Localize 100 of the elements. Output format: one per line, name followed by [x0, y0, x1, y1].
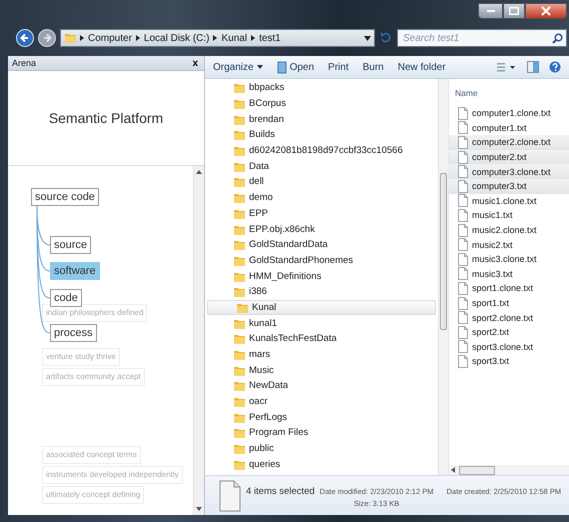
folder-icon — [233, 238, 245, 252]
folder-row[interactable]: KunalsTechFestData — [205, 331, 438, 347]
text-file-icon — [457, 121, 469, 134]
folder-row[interactable]: mars — [205, 346, 438, 362]
concept-node[interactable]: software — [50, 262, 100, 280]
caret-icon — [256, 65, 263, 69]
folder-row[interactable]: brendan — [205, 111, 438, 128]
text-file-icon — [457, 354, 469, 368]
file-row[interactable]: computer1.txt — [449, 120, 569, 136]
file-row[interactable]: sport1.txt — [449, 296, 569, 310]
folder-row[interactable]: EPP.obj.x86chk — [205, 221, 438, 237]
folder-row[interactable]: Kunal — [207, 300, 436, 316]
address-bar[interactable]: Computer Local Disk (C:) Kunal test1 — [60, 29, 375, 47]
folder-icon — [233, 285, 245, 298]
preview-pane-icon[interactable] — [527, 61, 539, 73]
text-file-icon — [457, 136, 469, 149]
file-row[interactable]: music2.txt — [449, 237, 569, 252]
folder-row[interactable]: kunal1 — [205, 315, 438, 331]
folder-row[interactable]: GoldStandardData — [205, 236, 438, 253]
file-row[interactable]: computer2.txt — [449, 150, 569, 164]
folder-row[interactable]: bbpacks — [205, 80, 438, 96]
scrollbar[interactable] — [193, 166, 204, 515]
folder-icon — [64, 31, 76, 45]
folder-row[interactable]: dell — [205, 174, 438, 190]
toolbar-button[interactable]: Open — [276, 58, 314, 76]
search-icon[interactable] — [552, 32, 563, 44]
toolbar-button[interactable]: Burn — [362, 60, 384, 74]
search-field[interactable]: Search test1 — [397, 29, 567, 47]
file-row[interactable]: sport3.clone.txt — [449, 340, 569, 354]
column-header[interactable]: Name — [449, 79, 569, 106]
folder-row[interactable]: BCorpus — [205, 96, 438, 112]
file-row[interactable]: computer2.clone.txt — [449, 135, 569, 150]
scroll-down-icon[interactable] — [196, 507, 202, 511]
faded-term: ultimately concept defining — [42, 486, 144, 504]
file-row[interactable]: sport1.clone.txt — [449, 281, 569, 296]
dropdown-caret-icon[interactable] — [364, 36, 371, 40]
search-input[interactable]: Search test1 — [401, 32, 552, 44]
folder-row[interactable]: HMM_Definitions — [205, 268, 438, 284]
view-options-icon[interactable] — [497, 62, 517, 72]
concept-node[interactable]: source — [50, 236, 92, 254]
refresh-icon[interactable] — [379, 31, 393, 45]
folder-row[interactable]: PerfLogs — [205, 409, 438, 426]
horizontal-scrollbar[interactable] — [449, 465, 569, 475]
file-row[interactable]: sport2.txt — [449, 324, 569, 340]
folder-row[interactable]: queries — [205, 456, 438, 472]
forward-button[interactable] — [38, 29, 56, 47]
scroll-up-icon[interactable] — [196, 170, 202, 174]
selection-count: 4 items selected — [246, 486, 315, 497]
folder-icon — [233, 191, 245, 204]
file-row[interactable]: computer3.txt — [449, 178, 569, 194]
folder-row[interactable]: Data — [205, 158, 438, 174]
file-row[interactable]: music2.clone.txt — [449, 222, 569, 238]
breadcrumb[interactable]: Local Disk (C:) — [144, 32, 210, 44]
folder-row[interactable]: Music — [205, 362, 438, 378]
maximize-button[interactable] — [503, 3, 525, 19]
folder-row[interactable]: i386 — [205, 284, 438, 300]
folder-row[interactable]: Program Files — [205, 425, 438, 441]
toolbar-button[interactable]: Organize — [213, 60, 263, 74]
faded-term: associated concept terms — [42, 446, 141, 464]
file-row[interactable]: sport2.clone.txt — [449, 310, 569, 325]
close-button[interactable] — [525, 3, 567, 19]
folder-row[interactable]: GoldStandardPhonemes — [205, 252, 438, 268]
scroll-left-icon[interactable] — [451, 467, 455, 473]
text-file-icon — [457, 326, 469, 339]
folder-row[interactable]: demo — [205, 190, 438, 206]
back-button[interactable] — [16, 29, 34, 47]
folder-icon — [233, 81, 245, 94]
scrollbar[interactable] — [438, 79, 448, 475]
file-row[interactable]: computer3.clone.txt — [449, 164, 569, 179]
help-icon[interactable] — [549, 61, 561, 73]
scroll-thumb[interactable] — [440, 173, 447, 330]
text-file-icon — [457, 238, 469, 252]
maximize-icon — [509, 7, 519, 15]
chevron-icon — [79, 34, 85, 42]
scroll-thumb[interactable] — [459, 466, 495, 474]
folder-row[interactable]: d60242081b8198d97ccbf33cc10566 — [205, 142, 438, 158]
folder-row[interactable]: NewData — [205, 378, 438, 394]
file-row[interactable]: music1.txt — [449, 208, 569, 223]
text-file-icon — [457, 208, 469, 222]
folder-row[interactable]: oacr — [205, 394, 438, 410]
breadcrumb[interactable]: test1 — [259, 32, 281, 44]
text-file-icon — [457, 267, 469, 280]
breadcrumb[interactable]: Computer — [88, 32, 132, 44]
close-button[interactable]: x — [190, 58, 200, 68]
file-row[interactable]: music3.txt — [449, 266, 569, 282]
folder-row[interactable]: public — [205, 440, 438, 456]
breadcrumb[interactable]: Kunal — [221, 32, 248, 44]
folder-row[interactable]: EPP — [205, 206, 438, 222]
concept-node[interactable]: process — [50, 324, 97, 342]
toolbar-button[interactable]: New folder — [398, 60, 446, 74]
folder-row[interactable]: Builds — [205, 127, 438, 143]
file-row[interactable]: music1.clone.txt — [449, 194, 569, 208]
minimize-button[interactable] — [478, 3, 503, 19]
file-row[interactable]: music3.clone.txt — [449, 252, 569, 267]
file-row[interactable]: sport3.txt — [449, 354, 569, 369]
concept-node[interactable]: code — [50, 289, 82, 307]
toolbar-button[interactable]: Print — [328, 60, 349, 74]
concept-node[interactable]: source code — [31, 188, 99, 206]
file-row[interactable]: computer1.clone.txt — [449, 106, 569, 121]
minimize-icon — [486, 10, 494, 12]
